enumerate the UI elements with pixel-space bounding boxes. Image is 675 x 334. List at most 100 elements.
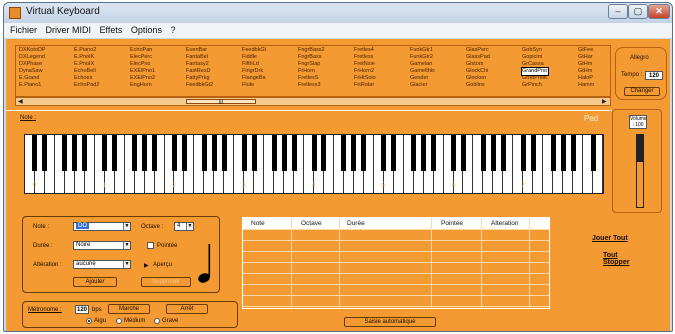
instrument-item[interactable]: E.PnoIX: [74, 61, 99, 68]
instrument-item[interactable]: DXKotoDP: [19, 47, 46, 54]
scroll-thumb[interactable]: III: [186, 99, 256, 106]
instrument-item[interactable]: FrtRotar: [354, 82, 376, 89]
instrument-item[interactable]: GlockChi: [466, 68, 490, 75]
black-key[interactable]: [132, 135, 138, 171]
instrument-item[interactable]: GobSyn: [522, 47, 548, 54]
instrument-item[interactable]: E.Piano2: [74, 47, 99, 54]
instrument-item[interactable]: EchoPan: [130, 47, 155, 54]
black-key[interactable]: [291, 135, 297, 171]
piano-keyboard[interactable]: 0 1 2 3 4 5 6 7: [24, 134, 604, 194]
black-key[interactable]: [421, 135, 427, 171]
radio-aigu[interactable]: [86, 318, 92, 324]
instrument-item[interactable]: Fiddle: [242, 54, 266, 61]
instrument-item[interactable]: Fretless3: [298, 82, 325, 89]
instrument-item[interactable]: E.PnoIK: [74, 54, 99, 61]
instrument-item[interactable]: GtFee: [578, 47, 594, 54]
supprimer-button[interactable]: Supprimer: [141, 277, 191, 287]
instrument-item[interactable]: HaloP: [578, 75, 594, 82]
instrument-item[interactable]: ElecPerc: [130, 54, 155, 61]
black-key[interactable]: [460, 135, 466, 171]
instrument-item[interactable]: GlassPad: [466, 54, 490, 61]
black-key[interactable]: [500, 135, 506, 171]
instrument-item[interactable]: FeedbkGt: [242, 47, 266, 54]
minimize-button[interactable]: –: [608, 4, 628, 19]
instrument-item[interactable]: Goblins: [466, 82, 490, 89]
instrument-item[interactable]: FretlesS: [298, 75, 325, 82]
instrument-item[interactable]: GrPinch: [522, 82, 548, 89]
black-key[interactable]: [431, 135, 437, 171]
black-key[interactable]: [102, 135, 108, 171]
maximize-button[interactable]: ▢: [628, 4, 648, 19]
black-key[interactable]: [570, 135, 576, 171]
black-key[interactable]: [361, 135, 367, 171]
instrument-item[interactable]: FastResD: [186, 68, 213, 75]
black-key[interactable]: [311, 135, 317, 171]
instrument-item[interactable]: GtHm: [578, 68, 594, 75]
instrument-item[interactable]: EvenBar: [186, 47, 213, 54]
instrument-item[interactable]: FifthLd: [242, 61, 266, 68]
black-key[interactable]: [271, 135, 277, 171]
scroll-left-icon[interactable]: ◀: [18, 98, 23, 105]
black-key[interactable]: [560, 135, 566, 171]
instrument-item[interactable]: Gamelan: [410, 61, 435, 68]
black-key[interactable]: [411, 135, 417, 171]
black-key[interactable]: [381, 135, 387, 171]
black-key[interactable]: [251, 135, 257, 171]
black-key[interactable]: [42, 135, 48, 171]
apercu-label[interactable]: Aperçu: [153, 262, 172, 268]
instrument-item[interactable]: E.Grand: [19, 75, 46, 82]
instrument-item[interactable]: Glocken: [466, 75, 490, 82]
instrument-item[interactable]: GrandPno: [521, 67, 549, 76]
col-duree[interactable]: Durée: [347, 220, 365, 227]
instrument-item[interactable]: Fretles4: [354, 47, 376, 54]
instrument-item[interactable]: Flute: [242, 82, 266, 89]
octave-select[interactable]: 4 ▼: [174, 222, 194, 231]
col-octave[interactable]: Octave: [301, 220, 322, 227]
instrument-item[interactable]: FattyPrkg: [186, 75, 213, 82]
note-select[interactable]: DO ▼: [73, 222, 131, 231]
instrument-item[interactable]: FantaBel: [186, 54, 213, 61]
black-key[interactable]: [241, 135, 247, 171]
black-key[interactable]: [590, 135, 596, 171]
instrument-item[interactable]: Hamm: [578, 82, 594, 89]
instrument-item[interactable]: E.Piano1: [19, 82, 46, 89]
instrument-item[interactable]: FlangeBa: [242, 75, 266, 82]
instrument-item[interactable]: GtHm: [578, 61, 594, 68]
instrument-item[interactable]: Gender: [410, 75, 435, 82]
instrument-item[interactable]: FunkGtr1: [410, 47, 435, 54]
black-key[interactable]: [490, 135, 496, 171]
instrument-item[interactable]: FrHorn: [298, 68, 325, 75]
instrument-item[interactable]: Glacier: [410, 82, 435, 89]
instrument-item[interactable]: EchoBell: [74, 68, 99, 75]
black-key[interactable]: [550, 135, 556, 171]
menu-help[interactable]: ?: [170, 25, 175, 35]
notes-table[interactable]: Note Octave Durée Pointée Alteration: [242, 217, 550, 309]
duree-select[interactable]: Noire ▼: [73, 241, 131, 250]
volume-slider[interactable]: [636, 134, 644, 208]
instrument-item[interactable]: Fantasy2: [186, 61, 213, 68]
instrument-item[interactable]: FrHtSolo: [354, 75, 376, 82]
radio-grave[interactable]: [154, 318, 160, 324]
black-key[interactable]: [351, 135, 357, 171]
black-key[interactable]: [221, 135, 227, 171]
close-button[interactable]: ✕: [648, 4, 670, 19]
instrument-item[interactable]: Gopicint: [522, 54, 548, 61]
instrument-item[interactable]: FngrBass: [298, 54, 325, 61]
menu-fichier[interactable]: Fichier: [10, 25, 37, 35]
radio-medium[interactable]: [116, 318, 122, 324]
black-key[interactable]: [32, 135, 38, 171]
black-key[interactable]: [82, 135, 88, 171]
black-key[interactable]: [480, 135, 486, 171]
instrument-item[interactable]: FrHorn2: [354, 68, 376, 75]
instrument-item[interactable]: EXElPno2: [130, 75, 155, 82]
scroll-right-icon[interactable]: ▶: [602, 98, 607, 105]
menu-options[interactable]: Options: [131, 25, 162, 35]
instrument-item[interactable]: GtHar: [578, 54, 594, 61]
instrument-item[interactable]: FretNsie: [354, 61, 376, 68]
black-key[interactable]: [391, 135, 397, 171]
instrument-item[interactable]: Fretless: [354, 54, 376, 61]
instrument-item[interactable]: DXLegend: [19, 54, 46, 61]
alteration-select[interactable]: aucune ▼: [73, 260, 131, 269]
pedal-label[interactable]: Ped: [584, 114, 598, 123]
instrument-item[interactable]: Gamelthls: [410, 68, 435, 75]
